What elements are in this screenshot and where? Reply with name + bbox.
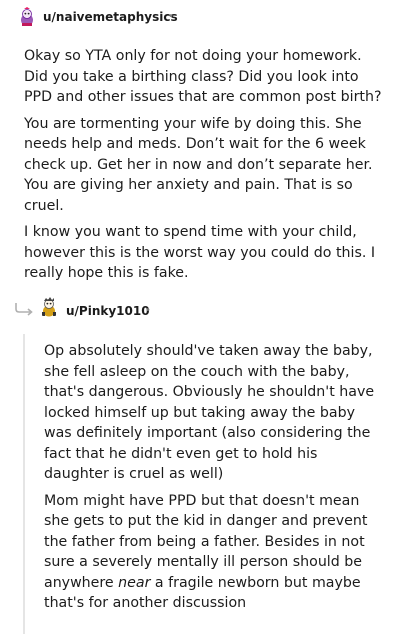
snoo-avatar-icon[interactable]: [38, 296, 60, 318]
reply-arrow-icon: [15, 303, 33, 316]
comment-body: Okay so YTA only for not doing your home…: [24, 46, 384, 290]
separator-dot: •: [168, 11, 174, 22]
snoo-avatar-icon[interactable]: [16, 6, 38, 28]
comment-paragraph: Mom might have PPD but that doesn't mean…: [44, 491, 384, 614]
thread-line[interactable]: [23, 334, 25, 634]
comment-paragraph: Op absolutely should've taken away the b…: [44, 343, 375, 482]
comment-body: Op absolutely should've taken away the b…: [44, 341, 384, 620]
comment-naivemetaphysics: u/naivemetaphysics • Okay so YTA only fo…: [0, 6, 400, 281]
comment-header: u/naivemetaphysics •: [0, 6, 400, 28]
comment-paragraph: You are tormenting your wife by doing th…: [24, 115, 373, 214]
username[interactable]: u/naivemetaphysics: [43, 10, 178, 24]
comment-paragraph: Okay so YTA only for not doing your home…: [24, 48, 382, 105]
username[interactable]: u/Pinky1010: [66, 304, 150, 318]
separator-dot: •: [145, 305, 151, 316]
emphasis-text: near: [118, 574, 151, 591]
comment-paragraph: I know you want to spend time with your …: [24, 224, 376, 281]
